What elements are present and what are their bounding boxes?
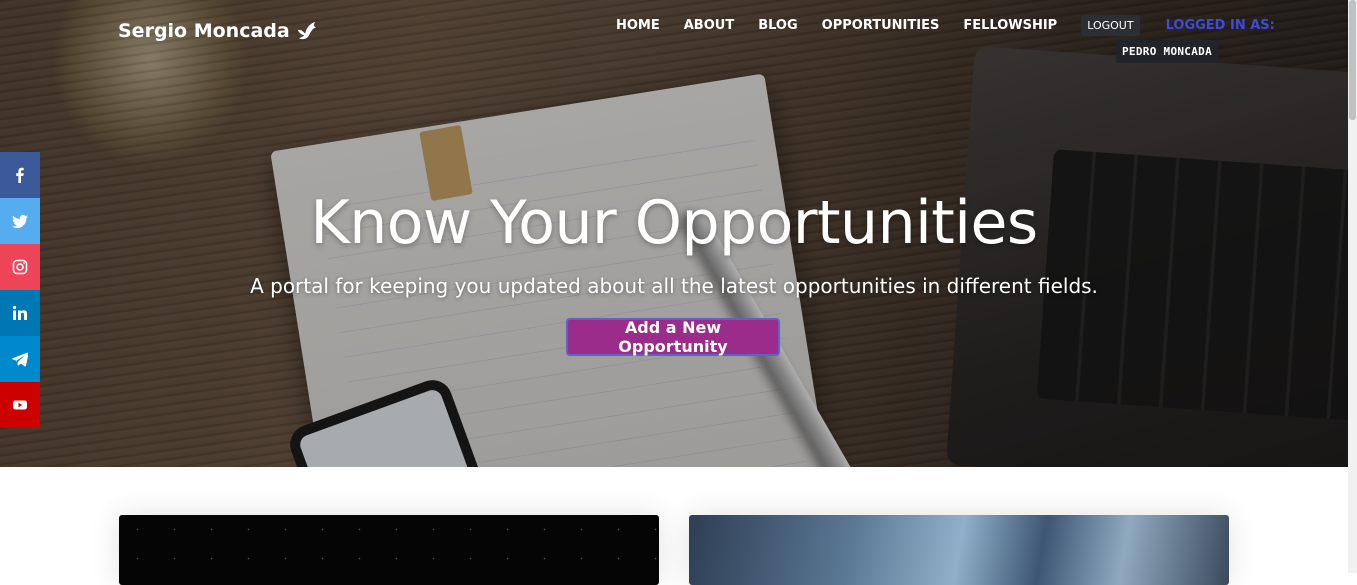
logout-button[interactable]: LOGOUT — [1081, 15, 1140, 36]
nav-opportunities[interactable]: OPPORTUNITIES — [822, 18, 940, 33]
logged-in-label: LOGGED IN AS: — [1165, 18, 1275, 33]
twitter-link[interactable] — [0, 198, 40, 244]
hero-section: Sergio Moncada HOME ABOUT BLOG OPPORTUNI… — [0, 0, 1348, 467]
youtube-link[interactable] — [0, 382, 40, 428]
opportunity-card-image[interactable] — [119, 515, 659, 585]
linkedin-link[interactable] — [0, 290, 40, 336]
youtube-icon — [13, 400, 27, 410]
facebook-link[interactable] — [0, 152, 40, 198]
telegram-link[interactable] — [0, 336, 40, 382]
instagram-link[interactable] — [0, 244, 40, 290]
username-badge: PEDRO MONCADA — [1116, 40, 1218, 63]
hero-title: Know Your Opportunities — [310, 188, 1038, 258]
card-starfield-image — [119, 515, 659, 585]
linkedin-icon — [12, 305, 27, 320]
hero-subtitle: A portal for keeping you updated about a… — [250, 274, 1098, 298]
twitter-icon — [12, 215, 28, 228]
main-nav: HOME ABOUT BLOG OPPORTUNITIES FELLOWSHIP… — [616, 15, 1275, 36]
dove-icon — [297, 21, 316, 40]
nav-blog[interactable]: BLOG — [758, 18, 797, 33]
nav-fellowship[interactable]: FELLOWSHIP — [963, 18, 1057, 33]
opportunity-card-image[interactable] — [689, 515, 1229, 585]
add-opportunity-button[interactable]: Add a New Opportunity — [566, 318, 780, 356]
scrollbar-thumb[interactable] — [1349, 0, 1356, 120]
instagram-icon — [12, 259, 28, 275]
nav-about[interactable]: ABOUT — [684, 18, 734, 33]
brand-name: Sergio Moncada — [118, 20, 290, 42]
brand-link[interactable]: Sergio Moncada — [118, 20, 318, 42]
social-sidebar — [0, 152, 40, 428]
facebook-icon — [16, 167, 24, 183]
nav-home[interactable]: HOME — [616, 18, 660, 33]
telegram-icon — [12, 352, 28, 367]
